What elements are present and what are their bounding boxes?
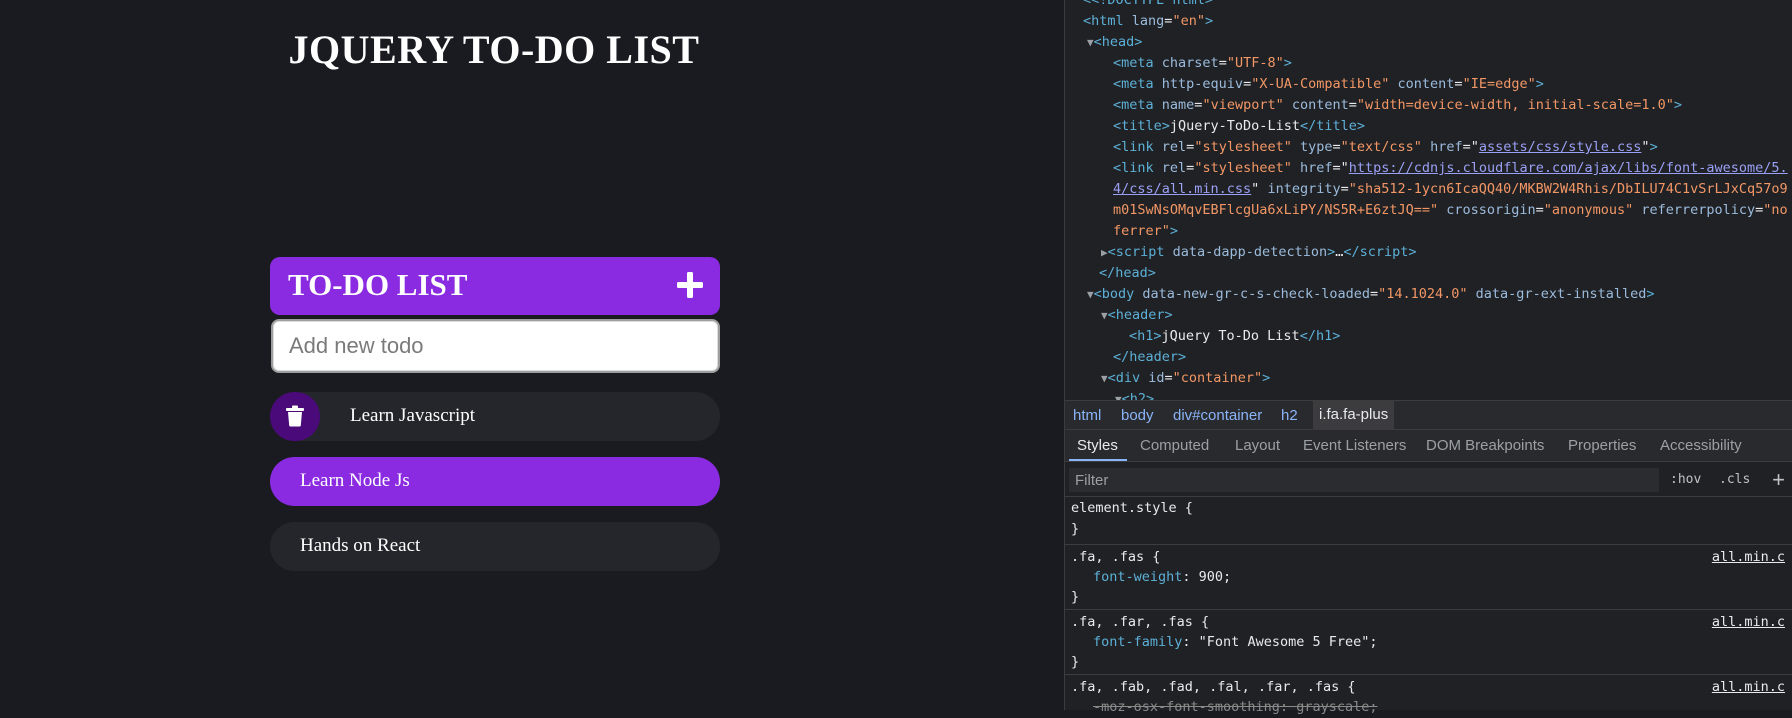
rule-source-link[interactable]: all.min.c	[1712, 677, 1785, 698]
todo-app: JQUERY TO-DO LIST TO-DO LIST Learn Javas…	[0, 0, 1064, 710]
tab-accessibility[interactable]: Accessibility	[1660, 437, 1742, 454]
rule-close: }	[1071, 521, 1080, 537]
dom-node[interactable]: </head>	[1099, 263, 1156, 284]
dom-node-continuation: ferrer">	[1113, 223, 1179, 239]
rule-selector[interactable]: .fa, .fas {	[1071, 547, 1160, 568]
breadcrumb-item[interactable]: body	[1121, 407, 1154, 424]
dom-node[interactable]: <title>jQuery-ToDo-List</title>	[1113, 116, 1365, 137]
style-property[interactable]: font-weight: 900;	[1093, 567, 1231, 588]
todo-item-label: Learn Node Js	[300, 470, 410, 491]
dom-node[interactable]: ▼<head>	[1087, 32, 1142, 53]
tab-event-listeners[interactable]: Event Listeners	[1303, 437, 1406, 454]
tab-properties[interactable]: Properties	[1568, 437, 1636, 454]
todo-header: TO-DO LIST	[270, 257, 720, 315]
style-rule: .fa, .fab, .fad, .fal, .far, .fas { all.…	[1065, 675, 1792, 715]
breadcrumb-item[interactable]: h2	[1281, 407, 1298, 424]
rule-close: }	[1071, 589, 1080, 605]
rule-selector[interactable]: element.style {	[1071, 498, 1193, 519]
filter-input[interactable]	[1069, 468, 1659, 492]
style-rule: .fa, .far, .fas { all.min.c font-family:…	[1065, 610, 1792, 675]
todo-item-label: Learn Javascript	[350, 405, 476, 426]
dom-node[interactable]: ▼<header>	[1101, 305, 1173, 326]
style-rule: element.style { }	[1065, 496, 1792, 545]
todo-header-title: TO-DO LIST	[288, 267, 468, 302]
style-property[interactable]: -moz-osx-font-smoothing: grayscale;	[1093, 697, 1377, 718]
breadcrumb: html body div#container h2 i.fa.fa-plus	[1065, 400, 1792, 430]
rule-source-link[interactable]: all.min.c	[1712, 612, 1785, 633]
dom-node-continuation: 4/css/all.min.css" integrity="sha512-1yc…	[1113, 181, 1788, 197]
dom-node[interactable]: <meta charset="UTF-8">	[1113, 53, 1292, 74]
todo-item-label: Hands on React	[300, 535, 421, 556]
rule-source-link[interactable]: all.min.c	[1712, 547, 1785, 568]
rule-selector[interactable]: .fa, .fab, .fad, .fal, .far, .fas {	[1071, 677, 1355, 698]
tab-layout[interactable]: Layout	[1235, 437, 1280, 454]
tab-styles[interactable]: Styles	[1077, 437, 1118, 454]
page-title: JQUERY TO-DO LIST	[288, 27, 700, 72]
dom-node[interactable]: </header>	[1113, 347, 1186, 368]
dom-node[interactable]: <html lang="en">	[1083, 11, 1213, 32]
breadcrumb-item-selected[interactable]: i.fa.fa-plus	[1313, 401, 1395, 429]
dom-node[interactable]: <meta http-equiv="X-UA-Compatible" conte…	[1113, 74, 1544, 95]
breadcrumb-item[interactable]: div#container	[1173, 407, 1262, 424]
add-todo-input[interactable]	[271, 319, 720, 373]
tab-dom-breakpoints[interactable]: DOM Breakpoints	[1426, 437, 1544, 454]
todo-item[interactable]: Learn Node Js	[270, 457, 720, 506]
tab-underline	[1069, 459, 1127, 461]
dom-node[interactable]: ▼<h2>	[1115, 389, 1154, 400]
dom-node-continuation: m01SwNsOMqvEBFlcgUa6xLiPY/NS5R+E6ztJQ=="…	[1113, 202, 1788, 218]
styles-tab-bar: Styles Computed Layout Event Listeners D…	[1065, 430, 1792, 462]
dom-node[interactable]: <link rel="stylesheet" type="text/css" h…	[1113, 137, 1658, 158]
hov-toggle[interactable]: :hov	[1670, 472, 1701, 487]
todo-item[interactable]: Learn Javascript	[270, 392, 720, 441]
breadcrumb-item[interactable]: html	[1073, 407, 1101, 424]
dom-node[interactable]: ▶<script data-dapp-detection>…</script>	[1101, 242, 1417, 263]
style-rule: .fa, .fas { all.min.c font-weight: 900; …	[1065, 545, 1792, 610]
style-property[interactable]: font-family: "Font Awesome 5 Free";	[1093, 632, 1377, 653]
dom-node[interactable]: <<!DOCTYPE html>	[1083, 0, 1213, 11]
plus-icon[interactable]	[676, 271, 704, 299]
dom-node[interactable]: <link rel="stylesheet" href="https://cdn…	[1113, 158, 1788, 179]
devtools-panel: <<!DOCTYPE html> <html lang="en"> ▼<head…	[1064, 0, 1792, 715]
tab-computed[interactable]: Computed	[1140, 437, 1209, 454]
new-style-rule-button[interactable]: +	[1772, 467, 1785, 493]
dom-node[interactable]: ▼<body data-new-gr-c-s-check-loaded="14.…	[1087, 284, 1655, 305]
todo-item[interactable]: Hands on React	[270, 522, 720, 571]
dom-node[interactable]: ▼<div id="container">	[1101, 368, 1270, 389]
rule-close: }	[1071, 654, 1080, 670]
dom-node[interactable]: <meta name="viewport" content="width=dev…	[1113, 95, 1682, 116]
dom-node[interactable]: <h1>jQuery To-Do List</h1>	[1129, 326, 1340, 347]
trash-icon	[286, 405, 304, 427]
cls-toggle[interactable]: .cls	[1719, 472, 1750, 487]
dom-tree: <<!DOCTYPE html> <html lang="en"> ▼<head…	[1065, 0, 1792, 400]
styles-filter-bar: :hov .cls +	[1065, 464, 1792, 497]
delete-button[interactable]	[270, 392, 320, 441]
rule-selector[interactable]: .fa, .far, .fas {	[1071, 612, 1209, 633]
